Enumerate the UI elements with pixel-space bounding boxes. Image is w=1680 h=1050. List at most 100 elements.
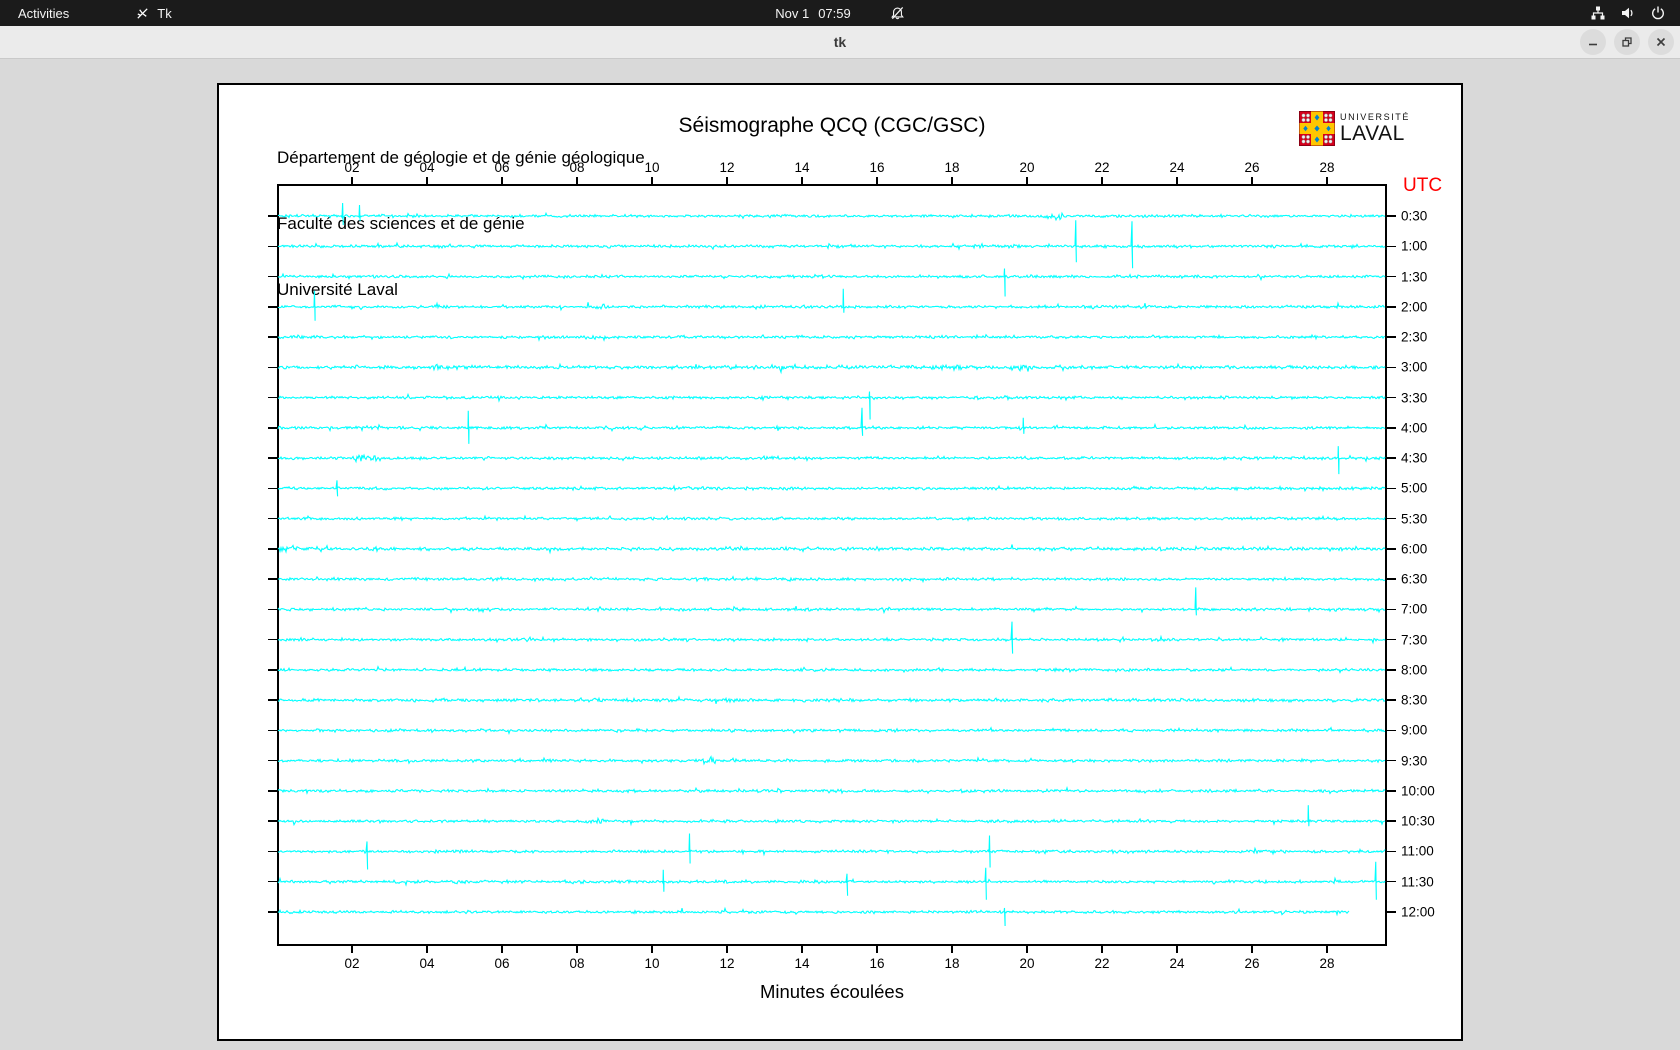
utc-time-label: 3:00 [1401, 360, 1427, 375]
trace-tick-right [1387, 851, 1396, 853]
x-tick-label-top: 28 [1319, 160, 1334, 175]
x-tick-label-bottom: 04 [419, 956, 434, 971]
restore-icon [1621, 36, 1633, 48]
utc-time-label: 8:30 [1401, 693, 1427, 708]
minimize-button[interactable] [1580, 29, 1606, 55]
close-button[interactable] [1648, 29, 1674, 55]
trace-tick-right [1387, 215, 1396, 217]
trace-tick-left [268, 457, 277, 459]
trace-row-2:30 [278, 335, 1385, 340]
utc-time-label: 10:00 [1401, 783, 1435, 798]
x-tick-top [576, 177, 578, 184]
trace-tick-right [1387, 306, 1396, 308]
tk-window-body: Département de géologie et de génie géol… [0, 59, 1680, 1050]
trace-row-11:00 [278, 833, 1385, 869]
trace-tick-right [1387, 548, 1396, 550]
x-tick-top [951, 177, 953, 184]
minimize-icon [1587, 36, 1599, 48]
utc-time-label: 2:00 [1401, 299, 1427, 314]
trace-tick-right [1387, 609, 1396, 611]
maximize-button[interactable] [1614, 29, 1640, 55]
notifications-muted-icon [890, 6, 905, 21]
x-tick-bottom [876, 946, 878, 953]
trace-row-8:00 [278, 667, 1385, 673]
trace-tick-left [268, 578, 277, 580]
trace-tick-right [1387, 427, 1396, 429]
x-tick-label-bottom: 02 [344, 956, 359, 971]
utc-time-label: 9:30 [1401, 753, 1427, 768]
trace-tick-right [1387, 820, 1396, 822]
utc-time-label: 11:00 [1401, 844, 1434, 859]
x-tick-label-top: 12 [719, 160, 734, 175]
window-titlebar[interactable]: tk [0, 26, 1680, 59]
x-tick-bottom [1326, 946, 1328, 953]
x-tick-bottom [1176, 946, 1178, 953]
trace-tick-left [268, 336, 277, 338]
trace-tick-right [1387, 699, 1396, 701]
trace-row-9:00 [278, 728, 1385, 734]
x-tick-bottom [951, 946, 953, 953]
trace-row-10:00 [278, 788, 1385, 794]
trace-tick-right [1387, 457, 1396, 459]
trace-row-11:30 [278, 862, 1385, 900]
x-tick-label-top: 14 [794, 160, 809, 175]
volume-icon [1620, 5, 1636, 21]
x-tick-bottom [426, 946, 428, 953]
x-tick-label-bottom: 24 [1169, 956, 1184, 971]
x-tick-label-bottom: 26 [1244, 956, 1259, 971]
trace-tick-left [268, 851, 277, 853]
x-tick-label-bottom: 14 [794, 956, 809, 971]
trace-tick-left [268, 367, 277, 369]
x-tick-label-bottom: 12 [719, 956, 734, 971]
trace-tick-right [1387, 730, 1396, 732]
x-tick-top [1176, 177, 1178, 184]
utc-time-label: 1:30 [1401, 269, 1427, 284]
clock-menu[interactable]: Nov 1 07:59 [0, 0, 1680, 26]
trace-row-12:00 [278, 908, 1349, 926]
trace-row-9:30 [278, 757, 1385, 764]
x-tick-top [801, 177, 803, 184]
x-tick-label-top: 06 [494, 160, 509, 175]
x-tick-top [426, 177, 428, 184]
utc-time-label: 0:30 [1401, 209, 1427, 224]
utc-time-label: 7:00 [1401, 602, 1427, 617]
x-tick-top [501, 177, 503, 184]
utc-time-label: 1:00 [1401, 239, 1427, 254]
trace-row-3:00 [278, 364, 1385, 372]
x-tick-top [1101, 177, 1103, 184]
x-tick-label-bottom: 08 [569, 956, 584, 971]
x-tick-label-bottom: 06 [494, 956, 509, 971]
trace-row-1:30 [278, 269, 1385, 297]
trace-row-1:00 [278, 220, 1385, 268]
x-tick-bottom [1026, 946, 1028, 953]
utc-time-label: 6:30 [1401, 572, 1427, 587]
trace-tick-left [268, 397, 277, 399]
trace-tick-right [1387, 760, 1396, 762]
trace-tick-right [1387, 488, 1396, 490]
trace-row-8:30 [278, 697, 1385, 704]
utc-time-label: 2:30 [1401, 330, 1427, 345]
trace-tick-left [268, 669, 277, 671]
trace-tick-left [268, 427, 277, 429]
x-tick-label-top: 18 [944, 160, 959, 175]
trace-tick-left [268, 518, 277, 520]
trace-tick-left [268, 548, 277, 550]
x-tick-label-bottom: 20 [1019, 956, 1034, 971]
x-tick-bottom [351, 946, 353, 953]
x-tick-bottom [501, 946, 503, 953]
x-tick-label-bottom: 10 [644, 956, 659, 971]
x-tick-top [1251, 177, 1253, 184]
utc-time-label: 12:00 [1401, 904, 1435, 919]
trace-tick-left [268, 911, 277, 913]
power-icon [1650, 5, 1666, 21]
desktop: Activities Tk Nov 1 07:59 [0, 0, 1680, 1050]
x-tick-label-top: 20 [1019, 160, 1034, 175]
seismogram-traces [219, 85, 1465, 1043]
topbar-time: 07:59 [818, 6, 851, 21]
utc-time-label: 7:30 [1401, 632, 1427, 647]
x-tick-label-bottom: 18 [944, 956, 959, 971]
trace-tick-left [268, 215, 277, 217]
trace-tick-right [1387, 669, 1396, 671]
x-tick-bottom [1101, 946, 1103, 953]
system-tray[interactable] [1590, 0, 1666, 26]
